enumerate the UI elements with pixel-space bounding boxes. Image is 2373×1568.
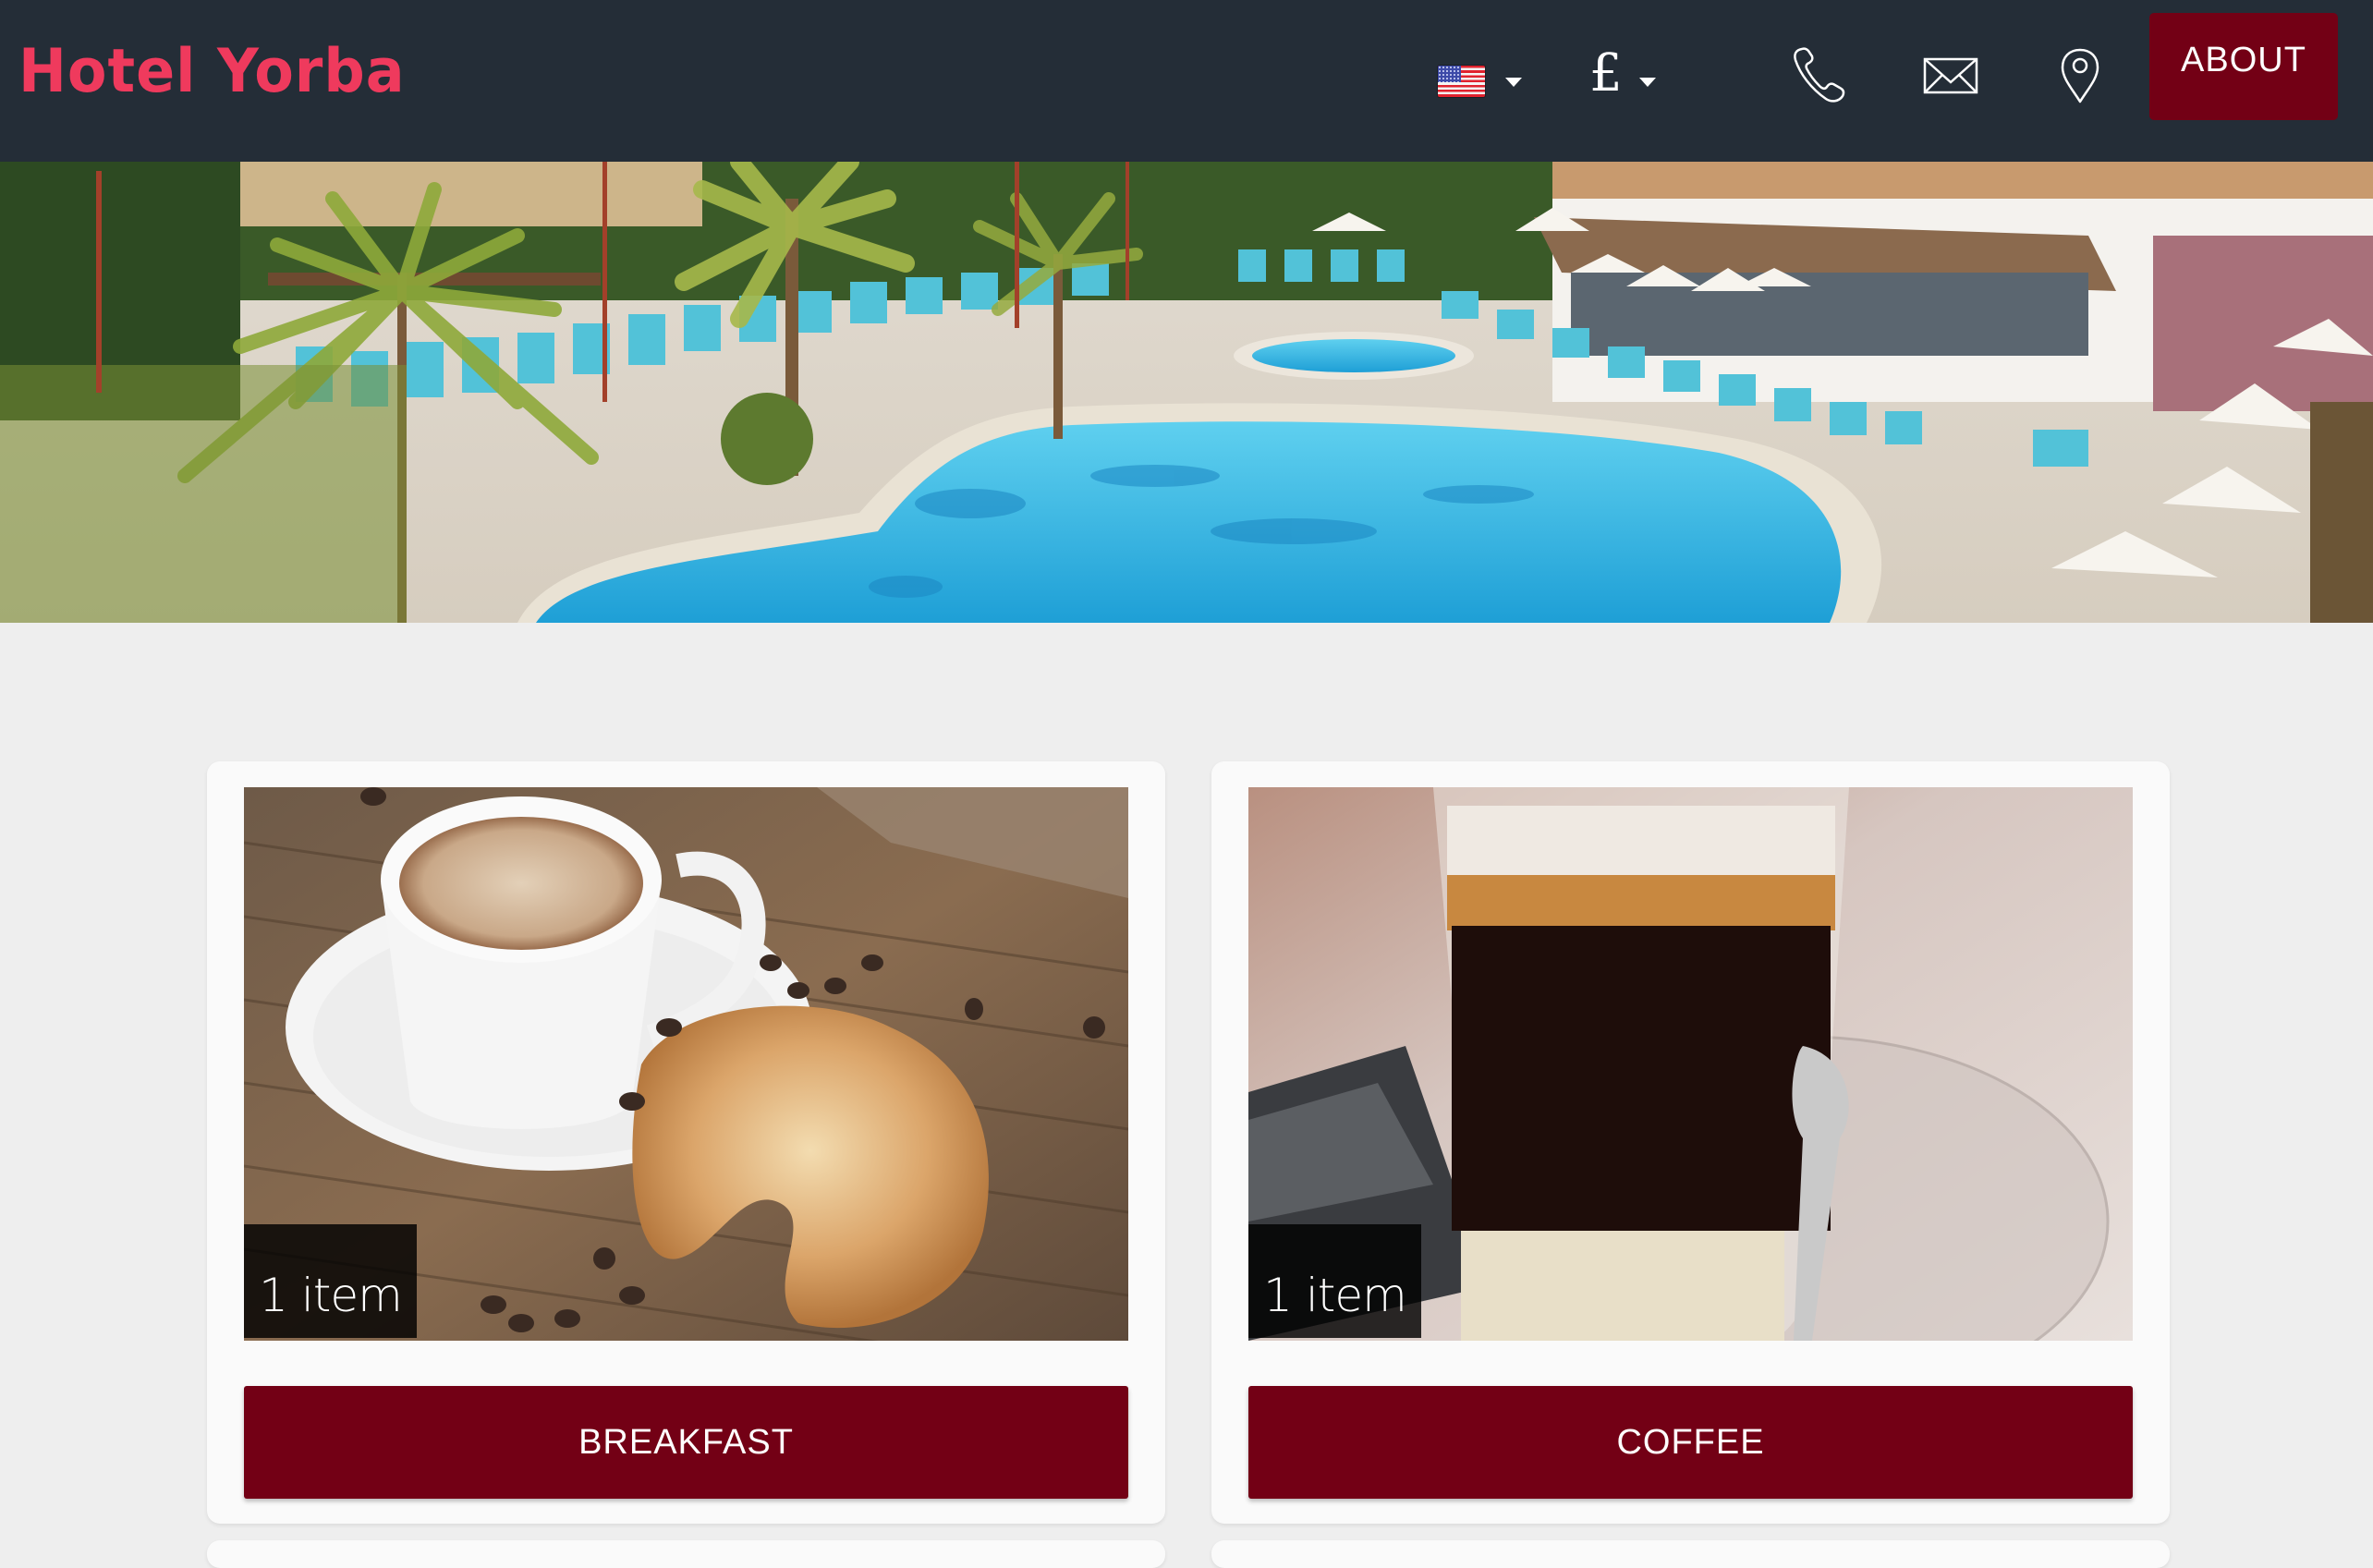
hotel-logo[interactable]: Hotel Yorba <box>18 41 406 101</box>
location-button[interactable] <box>2059 47 2101 104</box>
category-card[interactable]: 1 item COFFEE <box>1211 761 2170 1524</box>
category-card[interactable] <box>207 1540 1165 1568</box>
category-image[interactable]: 1 item <box>1248 787 2133 1341</box>
category-button-breakfast[interactable]: BREAKFAST <box>244 1386 1128 1499</box>
hero-pool-illustration <box>0 162 2373 623</box>
about-button[interactable]: ABOUT <box>2149 13 2338 120</box>
category-card[interactable]: 1 item BREAKFAST <box>207 761 1165 1524</box>
mail-icon <box>1923 57 1978 94</box>
item-count-badge: 1 item <box>1248 1224 1421 1338</box>
top-navbar: Hotel Yorba £ ABOUT <box>0 0 2373 162</box>
email-button[interactable] <box>1923 57 1978 94</box>
language-caret-icon[interactable] <box>1505 78 1522 87</box>
us-flag-icon[interactable] <box>1438 66 1485 97</box>
currency-symbol[interactable]: £ <box>1589 48 1623 100</box>
phone-icon <box>1794 47 1845 103</box>
category-button-coffee[interactable]: COFFEE <box>1248 1386 2133 1499</box>
category-image[interactable]: 1 item <box>244 787 1128 1341</box>
currency-caret-icon[interactable] <box>1639 78 1656 87</box>
map-pin-icon <box>2061 48 2099 103</box>
phone-button[interactable] <box>1791 46 1852 103</box>
hero-image <box>0 162 2373 623</box>
item-count-badge: 1 item <box>244 1224 417 1338</box>
category-card[interactable] <box>1211 1540 2170 1568</box>
